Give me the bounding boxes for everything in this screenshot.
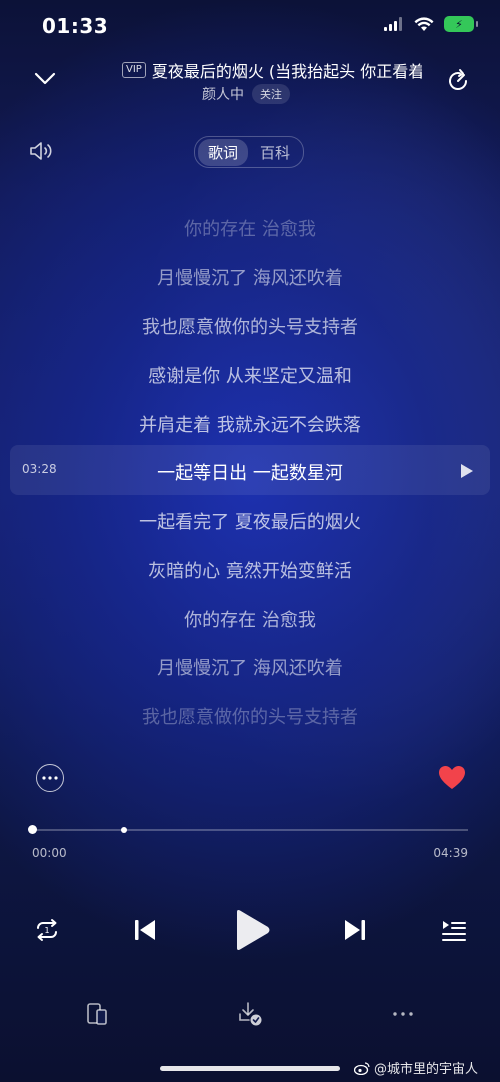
watermark: @城市里的宇宙人 — [353, 1058, 478, 1077]
home-indicator[interactable] — [160, 1066, 340, 1071]
artist-name[interactable]: 颜人中 — [202, 84, 244, 104]
battery-icon: ⚡ — [444, 16, 478, 32]
weibo-logo-icon — [353, 1061, 370, 1075]
lyric-line[interactable]: 你的存在 治愈我 — [0, 606, 500, 632]
buffer-marker — [120, 827, 127, 833]
lyrics-tabs: 歌词 百科 — [194, 136, 305, 168]
song-title-row: VIP 夏夜最后的烟火 (当我抬起头 你正看着我) — [122, 58, 422, 82]
lyric-line[interactable]: 我也愿意做你的头号支持者 — [0, 703, 500, 729]
lyric-line[interactable]: 一起看完了 夏夜最后的烟火 — [0, 508, 500, 534]
artist-row: 颜人中 关注 — [202, 84, 290, 104]
play-icon[interactable] — [228, 905, 274, 955]
skip-previous-icon[interactable] — [128, 913, 162, 947]
elapsed-time: 00:00 — [32, 846, 67, 860]
lyric-line[interactable]: 我也愿意做你的头号支持者 — [0, 313, 500, 339]
volume-icon[interactable] — [28, 138, 56, 164]
lyric-line[interactable]: 感谢是你 从来坚定又温和 — [0, 362, 500, 388]
battery-charging-glyph: ⚡ — [455, 17, 463, 31]
status-icons: ⚡ — [384, 16, 478, 32]
lyric-line[interactable]: 月慢慢沉了 海风还吹着 — [0, 654, 500, 680]
progress-handle[interactable] — [28, 825, 37, 834]
tab-lyrics[interactable]: 歌词 — [198, 138, 249, 166]
wifi-icon — [414, 16, 434, 31]
song-header: VIP 夏夜最后的烟火 (当我抬起头 你正看着我) 颜人中 关注 — [0, 52, 500, 112]
watermark-text: @城市里的宇宙人 — [373, 1062, 478, 1077]
lyric-line[interactable]: 灰暗的心 竟然开始变鲜活 — [0, 557, 500, 583]
playlist-icon[interactable] — [438, 915, 470, 947]
song-title: 夏夜最后的烟火 (当我抬起头 你正看着我) — [151, 62, 422, 81]
share-icon[interactable] — [443, 66, 473, 96]
comment-dots-icon[interactable] — [36, 764, 64, 792]
signal-icon — [384, 17, 402, 31]
progress-track[interactable] — [32, 829, 468, 831]
more-options-icon[interactable] — [390, 1006, 416, 1022]
svg-text:1: 1 — [44, 926, 49, 935]
lyric-line[interactable]: 你的存在 治愈我 — [0, 215, 500, 241]
lyric-line-current[interactable]: 一起等日出 一起数星河 — [0, 459, 500, 485]
vip-badge: VIP — [122, 62, 146, 78]
repeat-one-icon[interactable]: 1 — [30, 914, 64, 948]
downloaded-icon[interactable] — [236, 1000, 264, 1028]
follow-button[interactable]: 关注 — [252, 84, 290, 104]
heart-icon[interactable] — [437, 763, 467, 791]
tab-wiki[interactable]: 百科 — [250, 139, 300, 166]
lyric-line[interactable]: 月慢慢沉了 海风还吹着 — [0, 264, 500, 290]
skip-next-icon[interactable] — [338, 913, 372, 947]
lyric-line[interactable]: 并肩走着 我就永远不会跌落 — [0, 411, 500, 437]
status-time: 01:33 — [42, 14, 109, 38]
total-duration: 04:39 — [433, 846, 468, 860]
device-switch-icon[interactable] — [84, 1000, 110, 1028]
